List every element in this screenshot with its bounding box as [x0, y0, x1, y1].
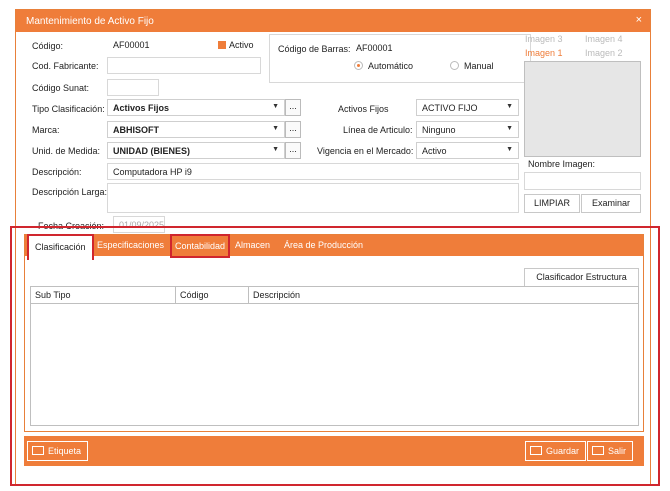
guardar-label: Guardar: [546, 446, 580, 456]
marca-combo[interactable]: ABHISOFT ▼: [107, 121, 285, 138]
tab-almacen[interactable]: Almacen: [235, 235, 270, 256]
chevron-down-icon: ▼: [506, 146, 513, 153]
vigencia-label: Vigencia en el Mercado:: [317, 146, 414, 156]
cod-fabricante-field[interactable]: [107, 57, 261, 74]
exit-icon: [592, 446, 604, 455]
activo-label: Activo: [229, 40, 254, 50]
marca-value: ABHISOFT: [113, 125, 159, 135]
activos-fijos-value: ACTIVO FIJO: [422, 103, 478, 113]
save-icon: [530, 446, 542, 455]
vigencia-combo[interactable]: Activo ▼: [416, 142, 519, 159]
chevron-down-icon: ▼: [506, 103, 513, 110]
descripcion-field[interactable]: Computadora HP i9: [107, 163, 519, 180]
manual-radio[interactable]: [450, 61, 459, 70]
barcode-group: Código de Barras: AF00001 Automático Man…: [269, 34, 531, 83]
tab-contabilidad[interactable]: Contabilidad: [170, 234, 231, 258]
nombre-imagen-label: Nombre Imagen:: [528, 159, 596, 169]
linea-articulo-combo[interactable]: Ninguno ▼: [416, 121, 519, 138]
guardar-button[interactable]: Guardar: [525, 441, 587, 461]
descripcion-larga-label: Descripción Larga:: [32, 187, 108, 197]
window-title: Mantenimiento de Activo Fijo: [26, 15, 154, 27]
codigo-value: AF00001: [113, 40, 150, 50]
tab-panel: Clasificación Especificaciones Contabili…: [24, 234, 644, 432]
chevron-down-icon: ▼: [272, 146, 279, 153]
barcode-value: AF00001: [356, 43, 393, 53]
clasificador-estructura-button[interactable]: Clasificador Estructura: [524, 268, 639, 287]
salir-label: Salir: [608, 446, 627, 456]
image-preview: [524, 61, 641, 157]
clasificacion-table: Sub Tipo Código Descripción: [30, 286, 639, 426]
tipo-clasificacion-value: Activos Fijos: [113, 103, 170, 113]
linea-articulo-value: Ninguno: [422, 125, 456, 135]
imagen-3-tab[interactable]: Imagen 3: [525, 34, 563, 44]
codigo-label: Código:: [32, 41, 64, 51]
marca-browse-button[interactable]: ...: [285, 121, 301, 138]
activos-fijos-combo[interactable]: ACTIVO FIJO ▼: [416, 99, 519, 116]
barcode-label: Código de Barras:: [278, 44, 351, 54]
automatico-label: Automático: [368, 61, 414, 71]
chevron-down-icon: ▼: [506, 125, 513, 132]
nombre-imagen-field[interactable]: [524, 172, 641, 190]
marca-label: Marca:: [32, 125, 60, 135]
chevron-down-icon: ▼: [272, 125, 279, 132]
descripcion-larga-field[interactable]: [107, 183, 519, 213]
close-icon[interactable]: ×: [636, 14, 642, 26]
vigencia-value: Activo: [422, 146, 447, 156]
label-icon: [32, 446, 44, 455]
descripcion-value: Computadora HP i9: [113, 167, 192, 177]
column-header-sub-tipo[interactable]: Sub Tipo: [31, 287, 176, 304]
table-header: Sub Tipo Código Descripción: [31, 287, 638, 304]
fecha-creacion-value: 01/09/2025: [119, 220, 165, 230]
tipo-clasificacion-combo[interactable]: Activos Fijos ▼: [107, 99, 285, 116]
unid-medida-browse-button[interactable]: ...: [285, 142, 301, 159]
etiqueta-button[interactable]: Etiqueta: [27, 441, 89, 461]
unid-medida-combo[interactable]: UNIDAD (BIENES) ▼: [107, 142, 285, 159]
automatico-radio[interactable]: [354, 61, 363, 70]
imagen-4-tab[interactable]: Imagen 4: [585, 34, 623, 44]
salir-button[interactable]: Salir: [587, 441, 634, 461]
dialog-window: Mantenimiento de Activo Fijo × Código: A…: [15, 9, 651, 485]
descripcion-label: Descripción:: [32, 167, 82, 177]
manual-label: Manual: [464, 61, 494, 71]
imagen-2-tab[interactable]: Imagen 2: [585, 48, 623, 58]
fecha-creacion-label: Fecha Creación:: [38, 221, 105, 231]
column-header-descripcion[interactable]: Descripción: [249, 287, 640, 304]
activos-fijos-label: Activos Fijos: [338, 104, 389, 114]
activo-checkbox[interactable]: [218, 41, 226, 49]
tab-clasificacion[interactable]: Clasificación: [27, 234, 94, 260]
tab-area-produccion[interactable]: Área de Producción: [284, 235, 363, 256]
imagen-1-tab[interactable]: Imagen 1: [525, 48, 563, 58]
tab-especificaciones[interactable]: Especificaciones: [97, 235, 164, 256]
codigo-sunat-field[interactable]: [107, 79, 159, 96]
chevron-down-icon: ▼: [272, 103, 279, 110]
etiqueta-label: Etiqueta: [48, 446, 82, 456]
column-header-codigo[interactable]: Código: [176, 287, 249, 304]
limpiar-button[interactable]: LIMPIAR: [524, 194, 580, 213]
title-bar: Mantenimiento de Activo Fijo ×: [16, 10, 650, 32]
tipo-clasificacion-browse-button[interactable]: ...: [285, 99, 301, 116]
fecha-creacion-field[interactable]: 01/09/2025: [113, 216, 165, 233]
cod-fabricante-label: Cod. Fabricante:: [32, 61, 99, 71]
unid-medida-value: UNIDAD (BIENES): [113, 146, 191, 156]
examinar-button[interactable]: Examinar: [581, 194, 641, 213]
footer-bar: Etiqueta Guardar Salir: [24, 436, 644, 466]
linea-articulo-label: Línea de Articulo:: [343, 125, 413, 135]
tipo-clasificacion-label: Tipo Clasificación:: [32, 104, 105, 114]
unid-medida-label: Unid. de Medida:: [32, 146, 101, 156]
codigo-sunat-label: Código Sunat:: [32, 83, 90, 93]
